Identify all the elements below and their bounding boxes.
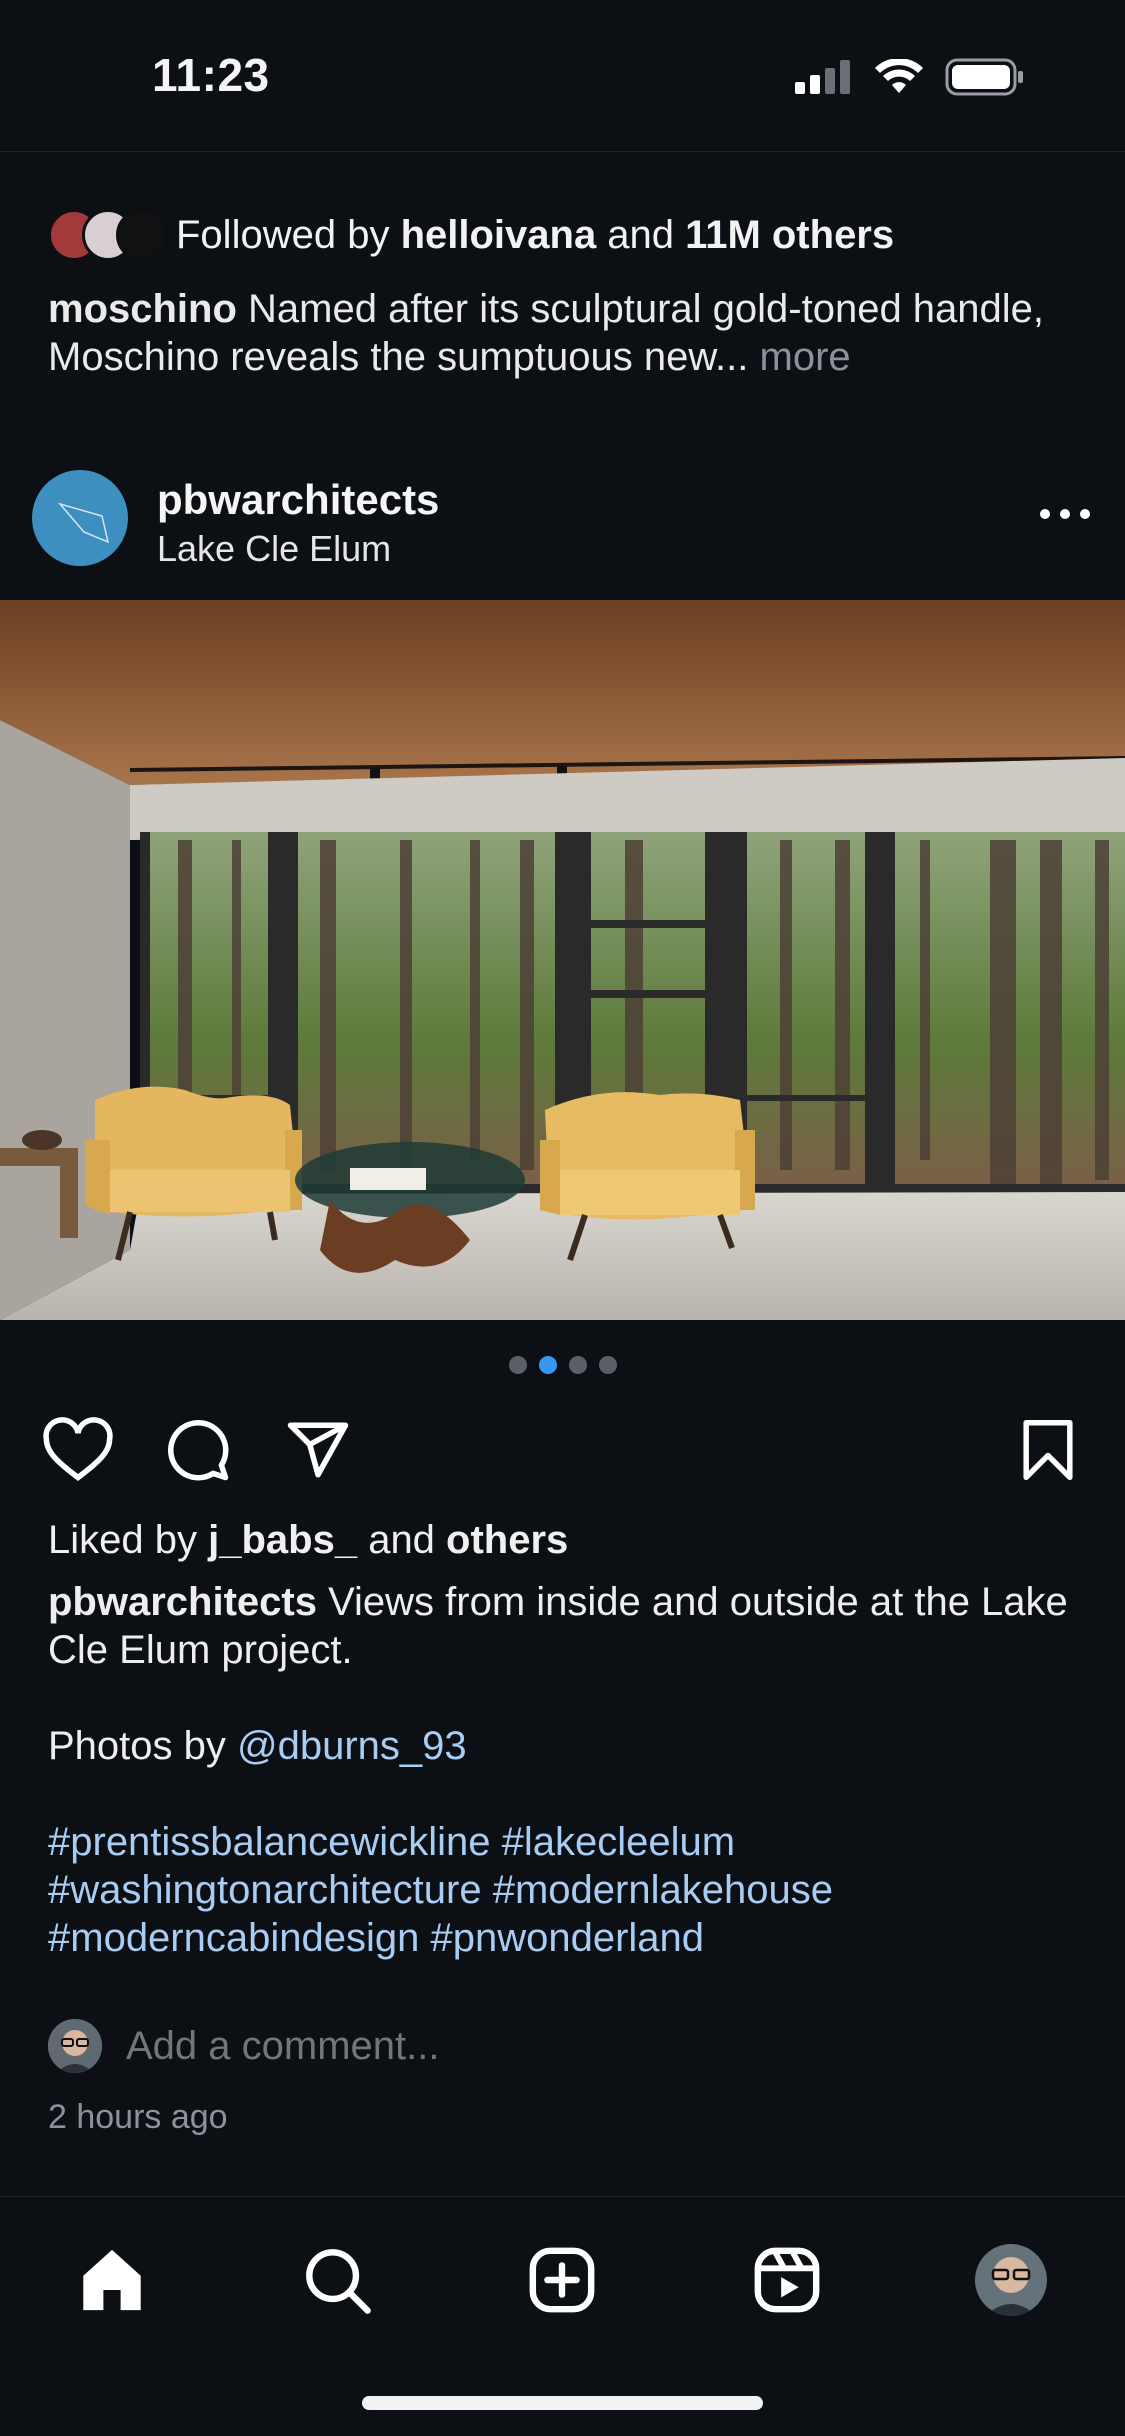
interior-photo (0, 600, 1125, 1320)
follower-avatars (48, 209, 168, 261)
comment-bubble-icon (168, 1420, 229, 1481)
status-time: 11:23 (152, 49, 270, 101)
home-indicator[interactable] (362, 2396, 763, 2410)
carousel-indicator (0, 1356, 1125, 1374)
caption-username[interactable]: moschino (48, 287, 237, 331)
current-user-avatar (48, 2019, 102, 2073)
bookmark-icon (1023, 1420, 1073, 1480)
followed-count[interactable]: 11M others (685, 213, 894, 257)
follower-avatar (116, 209, 168, 261)
tab-search[interactable] (292, 2235, 382, 2325)
hashtags-line[interactable]: #prentissbalancewickline #lakecleelum (48, 1818, 1088, 1866)
home-icon (83, 2249, 141, 2311)
post-header: pbwarchitects Lake Cle Elum (0, 470, 1125, 600)
heart-icon (43, 1417, 113, 1481)
hashtags-line[interactable]: #washingtonarchitecture #modernlakehouse (48, 1866, 1088, 1914)
liked-by-others[interactable]: others (446, 1518, 568, 1562)
comment-input[interactable] (126, 2023, 826, 2069)
status-bar: 11:23 (0, 0, 1125, 152)
followed-user[interactable]: helloivana (401, 213, 597, 257)
add-comment-row (48, 2018, 826, 2074)
followed-by-text: Followed by helloivana and 11M others (176, 212, 895, 257)
battery-icon (945, 58, 1023, 96)
comment-button[interactable] (158, 1410, 238, 1490)
share-button[interactable] (278, 1410, 358, 1490)
followed-by-row[interactable]: Followed by helloivana and 11M others (48, 205, 894, 265)
search-icon (306, 2249, 371, 2314)
save-button[interactable] (1008, 1410, 1088, 1490)
tab-create[interactable] (517, 2235, 607, 2325)
more-options-icon[interactable] (1035, 494, 1095, 534)
carousel-dot (568, 1356, 587, 1374)
carousel-dot (508, 1356, 527, 1374)
post-photo[interactable] (0, 600, 1125, 1320)
architect-logo (57, 502, 110, 544)
like-button[interactable] (38, 1410, 118, 1490)
reels-icon (754, 2247, 820, 2313)
carousel-dot-active (538, 1356, 557, 1374)
more-link[interactable]: more (760, 335, 851, 379)
tab-reels[interactable] (742, 2235, 832, 2325)
post-actions (0, 1410, 1125, 1490)
tab-home[interactable] (67, 2235, 157, 2325)
post-location[interactable]: Lake Cle Elum (157, 528, 391, 570)
photographer-mention[interactable]: @dburns_93 (237, 1724, 467, 1768)
post-caption: pbwarchitects Views from inside and outs… (48, 1578, 1088, 1962)
post-timestamp: 2 hours ago (48, 2098, 228, 2136)
paper-plane-icon (287, 1422, 349, 1478)
post-avatar[interactable] (32, 470, 128, 566)
previous-post-caption: moschino Named after its sculptural gold… (48, 287, 1045, 379)
hashtags-line[interactable]: #moderncabindesign #pnwonderland (48, 1914, 1088, 1962)
profile-avatar (975, 2244, 1047, 2316)
carousel-dot (598, 1356, 617, 1374)
create-icon (529, 2247, 595, 2313)
signal-icon (795, 60, 850, 94)
tab-profile[interactable] (966, 2235, 1056, 2325)
wifi-icon (875, 59, 923, 93)
status-icons (795, 58, 1025, 96)
liked-by-user[interactable]: j_babs_ (208, 1518, 357, 1562)
post-username[interactable]: pbwarchitects (157, 476, 439, 524)
likes-summary[interactable]: Liked by j_babs_ and others (48, 1518, 568, 1563)
caption-username[interactable]: pbwarchitects (48, 1580, 317, 1624)
